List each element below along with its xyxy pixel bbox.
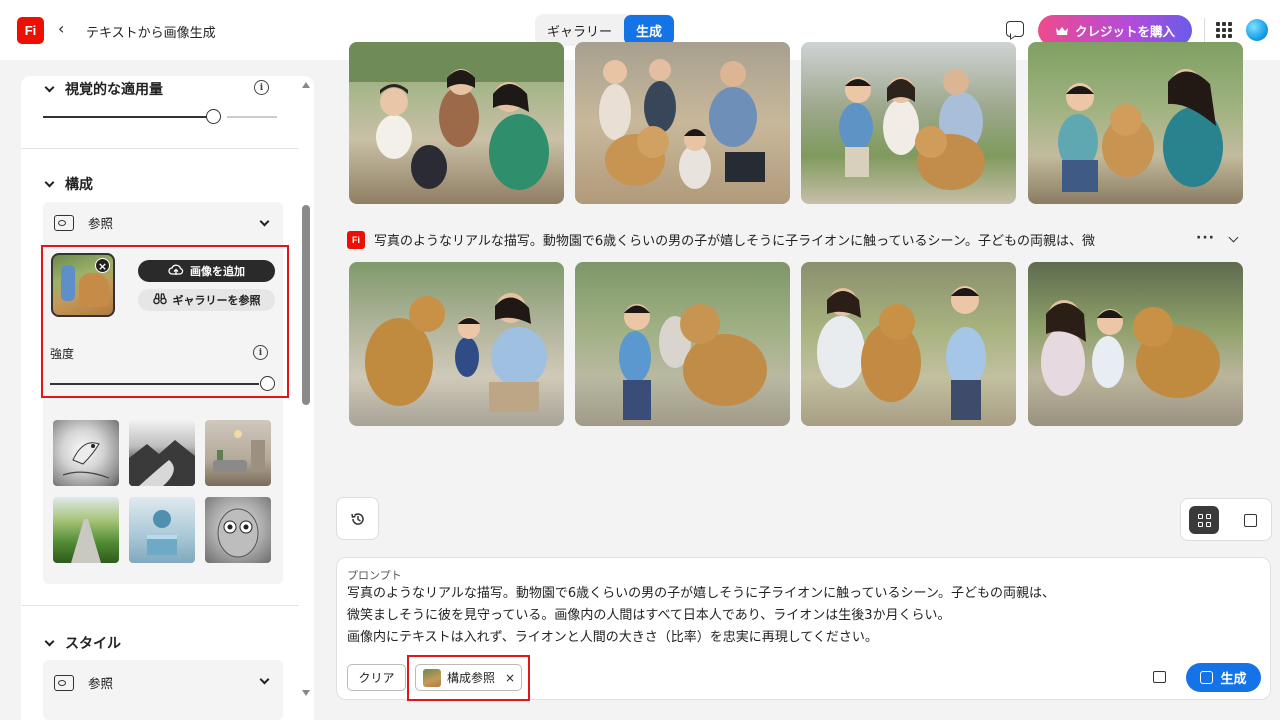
more-options-icon[interactable]: ··· (1196, 230, 1215, 246)
chip-label: 構成参照 (447, 671, 496, 685)
composition-reference-label: 参照 (88, 216, 114, 231)
visual-intensity-title: 視覚的な適用量 (65, 82, 163, 98)
prompt-line: 微笑ましそうに彼を見守っている。画像内の人間はすべて日本人であり、ライオンは生後… (347, 608, 951, 623)
style-header[interactable]: スタイル (44, 633, 121, 653)
strength-track (50, 383, 259, 385)
crown-icon (1055, 26, 1069, 36)
buy-credits-label: クレジットを購入 (1074, 24, 1175, 39)
composition-reference-chip[interactable]: 構成参照 × (415, 664, 522, 691)
view-toggle (1180, 498, 1272, 541)
strength-slider-thumb[interactable] (260, 376, 275, 391)
visual-intensity-track-filled (43, 116, 207, 118)
history-button[interactable] (336, 497, 379, 540)
generated-image[interactable] (1028, 262, 1243, 426)
reference-image-icon (54, 214, 74, 231)
scroll-down-arrow[interactable] (302, 690, 310, 696)
generation-prompt-text: 写真のようなリアルな描写。動物園で6歳くらいの男の子が嬉しそうに子ライオンに触っ… (374, 234, 1096, 249)
add-image-label: 画像を追加 (190, 265, 245, 278)
chevron-down-icon (44, 82, 55, 92)
style-thumb-mountains[interactable] (129, 420, 195, 486)
prompt-line: 写真のようなリアルな描写。動物園で6歳くらいの男の子が嬉しそうに子ライオンに触っ… (347, 586, 1056, 601)
single-view-icon[interactable] (1244, 514, 1257, 527)
generated-image[interactable] (349, 42, 564, 204)
generation-prompt-row[interactable]: Fi 写真のようなリアルな描写。動物園で6歳くらいの男の子が嬉しそうに子ライオン… (347, 230, 1095, 249)
strength-label: 強度 (50, 347, 75, 361)
prompt-label: プロンプト (347, 569, 402, 582)
back-chevron-icon[interactable]: ‹ (58, 19, 64, 38)
style-thumb-sketch-bird[interactable] (53, 420, 119, 486)
style-reference-dropdown[interactable]: 参照 (43, 673, 113, 692)
image-settings-icon[interactable] (1153, 671, 1166, 683)
composition-title: 構成 (65, 177, 93, 193)
history-icon (350, 512, 364, 525)
style-thumb-interior[interactable] (205, 420, 271, 486)
divider (1204, 18, 1205, 42)
add-image-button[interactable]: 画像を追加 (138, 260, 275, 282)
generate-button[interactable]: 生成 (1186, 663, 1261, 692)
remove-reference-icon[interactable]: × (95, 258, 110, 273)
visual-intensity-track-empty (227, 116, 277, 118)
style-reference-label: 参照 (88, 676, 114, 691)
scroll-up-arrow[interactable] (302, 82, 310, 88)
generate-label: 生成 (1220, 672, 1247, 687)
chevron-down-icon (44, 636, 55, 646)
browse-gallery-label: ギャラリーを参照 (172, 294, 261, 307)
generated-image[interactable] (575, 262, 790, 426)
divider (21, 148, 299, 149)
reference-image-icon (54, 674, 74, 691)
style-thumb-owl[interactable] (205, 497, 271, 563)
info-icon[interactable]: i (253, 345, 268, 360)
tab-gallery[interactable]: ギャラリー (535, 15, 624, 45)
firefly-mini-logo: Fi (347, 230, 365, 249)
chevron-down-icon (44, 177, 55, 187)
generated-image[interactable] (349, 262, 564, 426)
generate-icon (1200, 671, 1214, 684)
generated-image[interactable] (575, 42, 790, 204)
clear-button[interactable]: クリア (347, 664, 406, 691)
apps-grid-icon[interactable] (1216, 22, 1232, 38)
chip-close-icon[interactable]: × (505, 671, 515, 685)
firefly-logo[interactable]: Fi (17, 17, 44, 44)
avatar[interactable] (1246, 19, 1268, 41)
generated-image[interactable] (801, 42, 1016, 204)
composition-header[interactable]: 構成 (44, 174, 93, 194)
style-thumb-sphere[interactable] (129, 497, 195, 563)
feedback-icon[interactable] (1006, 21, 1024, 37)
grid-view-icon[interactable] (1189, 506, 1219, 534)
upload-cloud-icon (168, 264, 184, 279)
generated-image[interactable] (1028, 42, 1243, 204)
composition-reference-dropdown[interactable]: 参照 (43, 213, 113, 232)
sidebar-scrollbar-thumb[interactable] (302, 205, 310, 405)
prompt-textarea[interactable]: 写真のようなリアルな描写。動物園で6歳くらいの男の子が嬉しそうに子ライオンに触っ… (347, 583, 1247, 649)
browse-gallery-button[interactable]: ギャラリーを参照 (138, 289, 275, 311)
visual-intensity-header[interactable]: 視覚的な適用量 (44, 79, 163, 99)
style-title: スタイル (65, 636, 121, 652)
generated-image[interactable] (801, 262, 1016, 426)
chevron-down-icon[interactable] (1228, 232, 1239, 243)
binoculars-icon (152, 292, 167, 308)
visual-intensity-slider-thumb[interactable] (206, 109, 221, 124)
chip-thumbnail (423, 668, 441, 687)
style-thumb-field-road[interactable] (53, 497, 119, 563)
prompt-line: 画像内にテキストは入れず、ライオンと人間の大きさ（比率）を忠実に再現してください… (347, 630, 878, 645)
divider (21, 605, 299, 606)
page-title: テキストから画像生成 (86, 26, 216, 41)
info-icon[interactable]: i (254, 80, 269, 95)
tab-generate[interactable]: 生成 (624, 15, 675, 45)
